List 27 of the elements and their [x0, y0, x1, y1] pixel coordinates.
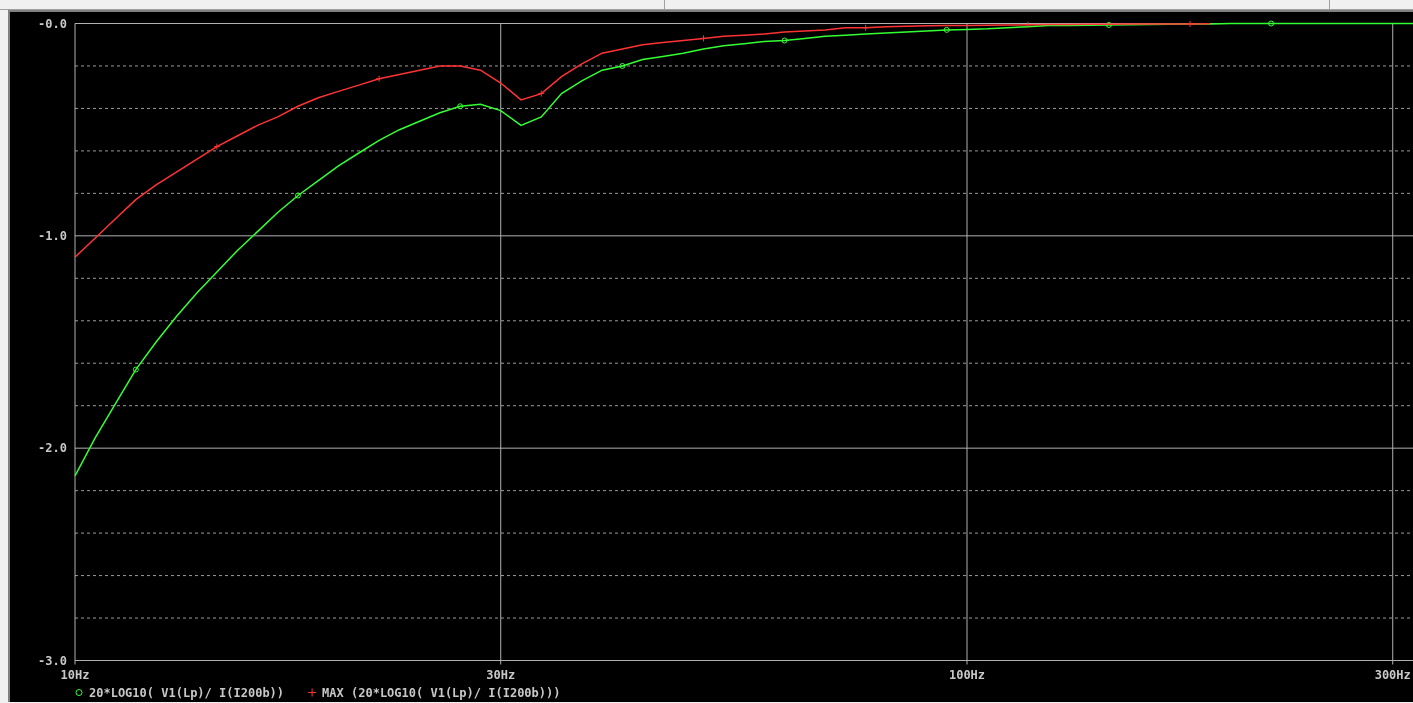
legend-label: MAX (20*LOG10( V1(Lp)/ I(I200b))) [322, 685, 561, 700]
plus-marker [537, 90, 545, 98]
x-tick-label: 30Hz [486, 667, 516, 682]
circle-marker [295, 192, 301, 199]
circle-legend-icon [75, 689, 83, 696]
plus-marker [1024, 21, 1032, 29]
circle-marker [132, 366, 139, 373]
plus-marker [699, 34, 707, 42]
x-tick-label: 100Hz [948, 667, 986, 682]
legend-label: 20*LOG10( V1(Lp)/ I(I200b)) [89, 685, 285, 700]
plus-marker [862, 24, 870, 32]
y-tick-label: -3.0 [38, 653, 67, 668]
y-tick-label: -2.0 [38, 441, 67, 456]
circle-marker [619, 62, 626, 69]
plus-marker [1186, 20, 1194, 28]
circle-marker [781, 37, 788, 44]
plus-marker [213, 143, 221, 151]
circle-marker [943, 26, 950, 33]
circle-marker [1105, 22, 1112, 28]
y-tick-label: -1.0 [38, 228, 67, 243]
plus-legend-icon [307, 688, 317, 697]
y-tick-label: -0.0 [38, 16, 67, 31]
circle-marker [1268, 20, 1275, 27]
x-tick-label: 300Hz [1374, 667, 1411, 682]
plus-marker [375, 75, 383, 83]
x-tick-label: 10Hz [60, 667, 90, 682]
circle-marker [457, 103, 464, 110]
